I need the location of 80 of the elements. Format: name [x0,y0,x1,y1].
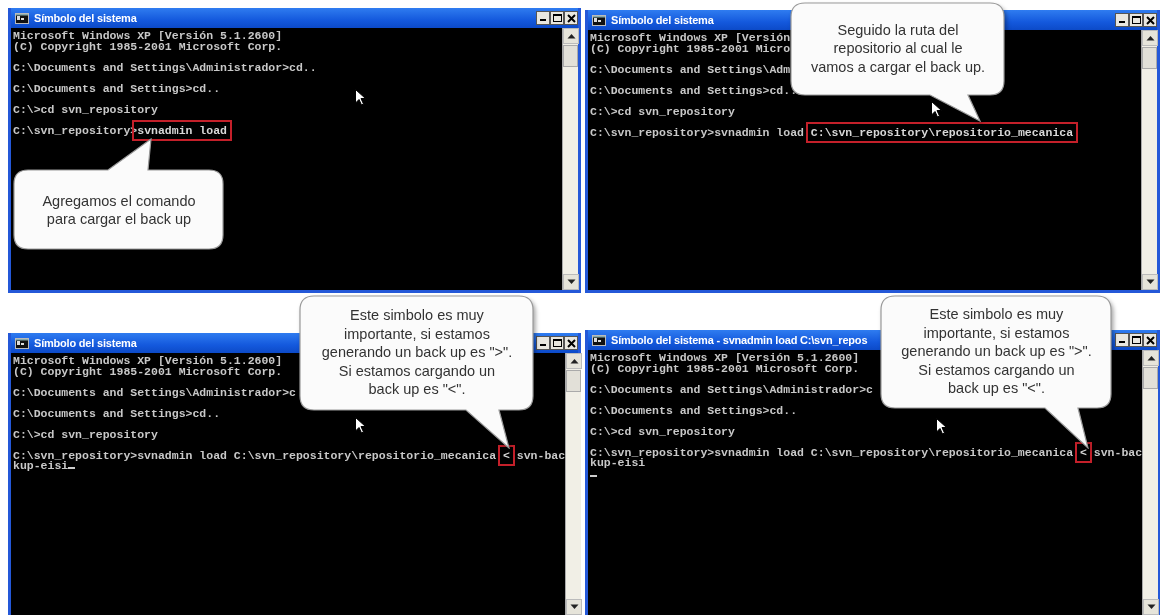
maximize-button[interactable] [1129,13,1143,27]
window-title: Símbolo del sistema - svnadmin load C:\svn_repos [611,332,868,348]
up-arrow-icon [1145,35,1155,41]
console-text: kup-eisi [590,456,646,469]
maximize-icon [1131,16,1141,24]
scrollbar[interactable] [1141,30,1157,290]
scrollbar[interactable] [565,353,582,615]
highlight-box: C:\svn_repository\repositorio_mecanica [805,121,1079,143]
window-title: Símbolo del sistema [34,10,137,26]
console-text: C:\svn_repository>svnadmin load C:\svn_repository\repositorio_mecanica [590,445,1075,459]
mouse-pointer-icon [355,417,366,435]
maximize-button[interactable] [550,336,564,350]
minimize-icon [540,344,546,346]
minimize-icon [540,19,546,21]
window-title: Símbolo del sistema [34,335,137,351]
callout-text: Este simbolo es muy importante, si estamos generando un back up es ">". Si estamos cargando un back up es "<". [321,306,513,399]
mouse-pointer-icon [931,101,942,119]
close-button[interactable] [564,336,578,350]
console-icon [15,12,29,24]
console-text: svn-bac [1092,445,1143,459]
console-icon [592,334,606,346]
scrollbar[interactable] [1142,350,1159,615]
window-title: Símbolo del sistema [611,12,714,28]
mouse-pointer-icon [936,418,947,436]
console-icon [15,337,29,349]
scroll-thumb[interactable] [563,45,578,67]
console-text: C:\Documents and Settings\Adm [590,62,791,76]
minimize-button[interactable] [1115,333,1129,347]
console-text: C:\>cd svn_repository [590,424,735,438]
maximize-icon [552,14,562,22]
callout-text: Este simbolo es muy importante, si estamos generando un back up es ">". Si estamos cargando un back up es "<". [901,305,1092,398]
maximize-button[interactable] [550,11,564,25]
console-text: Microsoft Windows XP [Versión 5.1.2600] [590,351,860,364]
maximize-icon [1131,336,1141,344]
close-icon [1145,15,1155,25]
console-text: C:\Documents and Settings\Administrador>c [13,385,296,399]
close-icon [1145,335,1155,345]
console-text: C:\svn_repository>svnadmin load C:\svn_repository\repositorio_mecanica [13,448,498,462]
callout-text: Seguido la ruta del repositorio al cual le vamos a cargar el back up. [810,20,986,77]
console-text: C:\>cd svn_repository [13,102,158,116]
down-arrow-icon [569,604,579,610]
up-arrow-icon [1146,355,1156,361]
maximize-button[interactable] [1129,333,1143,347]
up-arrow-icon [569,358,579,364]
console-text: C:\svn_repository>svnadmin load [590,125,805,139]
close-icon [566,13,576,23]
scrollbar[interactable] [562,28,578,290]
minimize-button[interactable] [1115,13,1129,27]
down-arrow-icon [566,279,576,285]
scroll-thumb[interactable] [566,370,582,392]
scroll-thumb[interactable] [1142,47,1157,69]
minimize-button[interactable] [536,336,550,350]
console-text: C:\>cd svn_repository [13,427,158,441]
console-text: C:\>cd svn_repository [590,104,735,118]
close-button[interactable] [1143,13,1157,27]
scroll-thumb[interactable] [1143,367,1159,389]
console-text: C:\Documents and Settings>cd.. [13,81,221,95]
callout-text: Agregamos el comando para cargar el back up [42,191,196,229]
close-icon [566,338,576,348]
console-text: Microsoft Windows XP [Versión [590,31,791,44]
console-icon [592,14,606,26]
down-arrow-icon [1145,279,1155,285]
down-arrow-icon [1146,604,1156,610]
console-text: kup-eisi [13,459,69,472]
console-text: C:\Documents and Settings>cd.. [13,406,221,420]
up-arrow-icon [566,33,576,39]
console-text: C:\Documents and Settings\Administrador>c [590,382,873,396]
close-button[interactable] [1143,333,1157,347]
console-text: C:\Documents and Settings>cd.. [590,403,798,417]
maximize-icon [552,339,562,347]
mouse-pointer-icon [355,89,366,107]
console-text: svn-bac [515,448,566,462]
console-text: C:\Documents and Settings\Administrador>cd.. [13,60,317,74]
console-text: Microsoft Windows XP [Versión 5.1.2600] [13,29,283,42]
minimize-icon [1119,341,1125,343]
minimize-icon [1119,21,1125,23]
close-button[interactable] [564,11,578,25]
console-text: Microsoft Windows XP [Versión 5.1.2600] [13,354,283,367]
console-text: C:\Documents and Settings>cd.. [590,83,798,97]
minimize-button[interactable] [536,11,550,25]
